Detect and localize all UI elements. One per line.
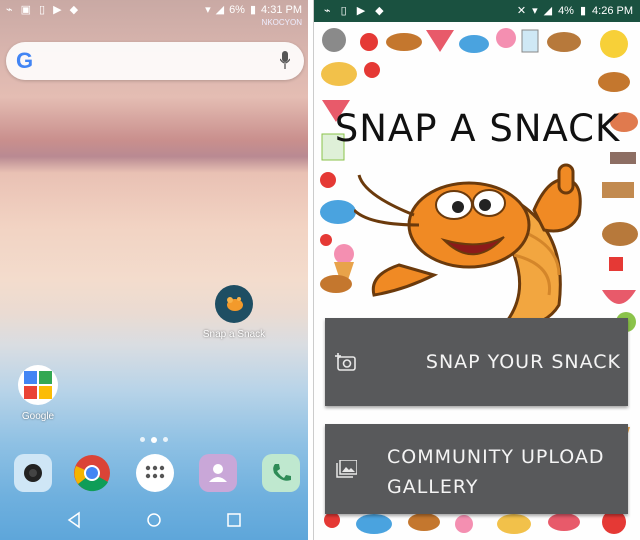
page-indicator [140,437,168,443]
play-icon: ▶ [356,5,366,17]
image-gallery-icon [336,460,357,478]
app-title: SNAP A SNACK [334,107,621,150]
back-icon[interactable] [62,508,86,532]
snap-your-snack-button[interactable]: SNAP YOUR SNACK [325,318,628,406]
app-label: Snap a Snack [202,329,266,340]
camera-app-icon[interactable] [14,454,52,492]
contacts-icon[interactable] [199,454,237,492]
clock: 4:26 PM [592,4,633,17]
google-search-bar[interactable]: G [6,42,304,80]
wifi-icon: ▾ [532,5,538,17]
navigation-bar [0,500,308,540]
mic-icon[interactable] [280,51,290,69]
google-folder-icon [18,365,58,405]
dock [0,450,308,496]
page-dot [140,437,145,442]
clock: 4:31 PM [261,3,302,16]
recents-icon[interactable] [222,508,246,532]
snap-a-snack-app: ⌁ ▯ ▶ ◆ ✕ ▾ ◢ 4% ▮ 4:26 PM SNAP A SNACK … [313,0,640,540]
sim-icon: ▯ [340,5,347,17]
status-bar: ⌁ ▯ ▶ ◆ ✕ ▾ ◢ 4% ▮ 4:26 PM [314,0,640,22]
android-icon: ◆ [69,4,79,16]
add-camera-icon [335,353,356,371]
phone-icon[interactable] [262,454,300,492]
battery-percent: 6% [229,3,245,16]
shrimp-mascot-icon [354,163,582,328]
app-label: Google [21,411,55,422]
mute-icon: ✕ [516,5,527,17]
chrome-icon[interactable] [73,454,111,492]
play-icon: ▶ [53,4,62,16]
gallery-label-line2: GALLERY [387,476,479,498]
android-icon: ◆ [375,5,384,17]
image-icon: ▣ [20,4,32,16]
app-drawer-icon[interactable] [136,454,174,492]
sim-icon: ▯ [39,4,46,16]
wifi-icon: ▾ [205,4,211,16]
battery-icon: ▮ [249,4,257,16]
community-gallery-button[interactable]: COMMUNITY UPLOAD GALLERY [325,424,628,514]
carrier-label: NKOCYON [261,18,302,27]
page-dot [163,437,168,442]
gallery-button-label: COMMUNITY UPLOAD GALLERY [387,442,619,502]
app-google-folder[interactable]: Google [14,365,62,422]
gallery-label-line1: COMMUNITY UPLOAD [387,446,605,468]
shrimp-app-icon [215,285,253,323]
usb-icon: ⌁ [324,5,331,17]
signal-icon: ◢ [215,4,225,16]
home-icon[interactable] [142,508,166,532]
battery-icon: ▮ [579,5,587,17]
status-bar: ⌁ ▣ ▯ ▶ ◆ ▾ ◢ 6% ▮ 4:31 PM [0,0,308,20]
home-screen: ⌁ ▣ ▯ ▶ ◆ ▾ ◢ 6% ▮ 4:31 PM NKOCYON G Sna… [0,0,308,540]
google-logo-icon: G [16,48,34,73]
signal-icon: ◢ [543,5,553,17]
snap-button-label: SNAP YOUR SNACK [425,351,621,373]
battery-percent: 4% [558,4,574,17]
app-snap-a-snack[interactable]: Snap a Snack [199,285,269,340]
page-dot-active [151,437,157,443]
usb-icon: ⌁ [6,4,13,16]
